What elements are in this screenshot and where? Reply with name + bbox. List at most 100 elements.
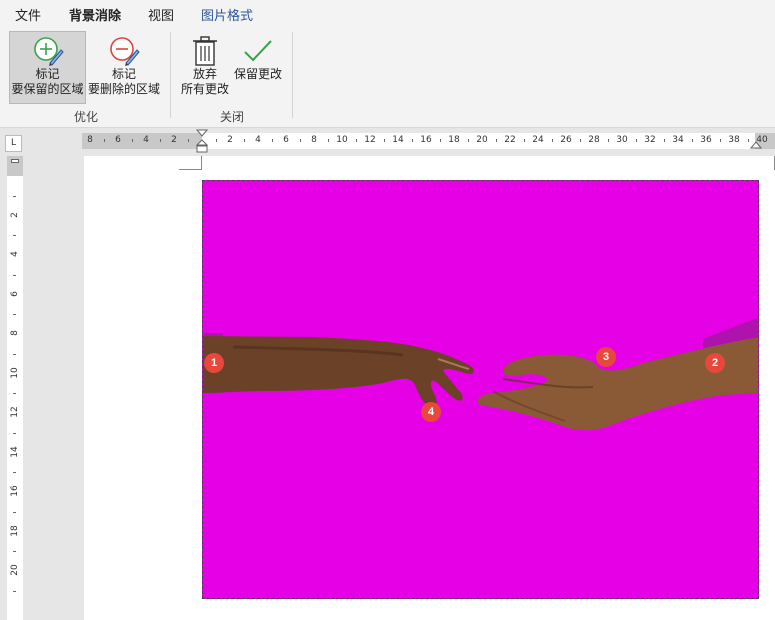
- ruler-tick: [13, 551, 16, 553]
- ruler-tick: [272, 139, 273, 142]
- ruler-tick: [13, 472, 16, 474]
- ruler-tick: [13, 393, 16, 395]
- mark-areas-to-remove-button[interactable]: 标记 要删除的区域: [87, 31, 161, 104]
- tab-file[interactable]: 文件: [15, 5, 41, 24]
- ruler-tick: [13, 274, 16, 276]
- ruler-tick: [496, 139, 497, 142]
- ruler-tick: [692, 139, 693, 142]
- ruler-number: 18: [448, 135, 460, 145]
- group-separator: [170, 32, 171, 118]
- ruler-tick: [468, 139, 469, 142]
- tab-stop-selector[interactable]: L: [5, 135, 22, 152]
- ruler-number: 6: [10, 290, 20, 297]
- top-margin-handle[interactable]: [11, 159, 19, 163]
- ruler-tick: [104, 139, 105, 142]
- marker-3[interactable]: 3: [596, 347, 616, 367]
- group-label-refine: 优化: [74, 110, 99, 124]
- ruler-number: 36: [700, 135, 712, 145]
- ruler-number: 4: [143, 135, 149, 145]
- discard-all-changes-button[interactable]: 放弃 所有更改: [179, 31, 231, 104]
- ruler-number: 22: [504, 135, 516, 145]
- ruler-number: 26: [560, 135, 572, 145]
- marker-4[interactable]: 4: [421, 402, 441, 422]
- ruler-tick: [13, 314, 16, 316]
- ruler-number: 8: [311, 135, 317, 145]
- ruler-number: 24: [532, 135, 544, 145]
- ruler-number: 20: [10, 564, 20, 576]
- horizontal-ruler[interactable]: 8 6 4 2 2 4 6 8 10 12 14 16 18 20 22 24 26 28 30 32 34 36 38 40: [82, 129, 775, 153]
- ruler-number: 12: [364, 135, 376, 145]
- ruler-tick: [132, 139, 133, 142]
- mark-keep-icon: [33, 37, 64, 66]
- mark-keep-label-line1: 标记: [35, 67, 60, 81]
- ruler-number: 2: [227, 135, 233, 145]
- background-removal-image[interactable]: 1 2 3 4: [202, 180, 759, 599]
- ruler-tick: [356, 139, 357, 142]
- ruler-number: 12: [10, 406, 20, 418]
- ruler-tick: [13, 432, 16, 434]
- group-separator: [292, 32, 293, 118]
- ruler-tick: [160, 139, 161, 142]
- ruler-tick: [13, 195, 16, 197]
- marker-1[interactable]: 1: [204, 353, 224, 373]
- ruler-number: 34: [672, 135, 684, 145]
- ruler-number: 30: [616, 135, 628, 145]
- crop-mark-top-left: [179, 156, 202, 170]
- keep-changes-button[interactable]: 保留更改: [232, 31, 284, 104]
- vertical-ruler[interactable]: 2 4 6 8 10 12 14 16 18 20: [7, 156, 23, 620]
- ruler-number: 32: [644, 135, 656, 145]
- trash-icon: [193, 36, 217, 66]
- ruler-number: 14: [10, 445, 20, 458]
- ruler-tick: [524, 139, 525, 142]
- horizontal-ruler-area: L 8 6 4 2 2 4 6 8 10 12 14 16 18 20 22 24 26 28 30 32 34 36 38…: [0, 128, 775, 156]
- mark-remove-label-line2: 要删除的区域: [87, 82, 160, 96]
- ruler-number: 10: [10, 366, 20, 379]
- mark-areas-to-keep-button[interactable]: 标记 要保留的区域: [9, 31, 86, 104]
- group-label-close: 关闭: [220, 110, 245, 124]
- ruler-number: 18: [10, 524, 20, 537]
- ruler-tick: [244, 139, 245, 142]
- ruler-tick: [13, 235, 16, 237]
- ruler-tick: [188, 139, 189, 142]
- discard-label-line1: 放弃: [192, 67, 217, 81]
- ruler-tick: [328, 139, 329, 142]
- ruler-tick: [384, 139, 385, 142]
- ruler-tick: [13, 353, 16, 355]
- ruler-number: 6: [283, 135, 289, 145]
- ruler-number: 2: [10, 211, 20, 218]
- ruler-number: 6: [115, 135, 121, 145]
- ruler-tick: [636, 139, 637, 142]
- ruler-number: 16: [420, 135, 432, 145]
- ruler-tick: [608, 139, 609, 142]
- ribbon-tab-bar: 文件 背景消除 视图 图片格式: [0, 0, 775, 29]
- ruler-number: 16: [10, 485, 20, 497]
- mark-remove-icon: [110, 37, 140, 66]
- discard-label-line2: 所有更改: [180, 82, 229, 96]
- tab-background-removal[interactable]: 背景消除: [69, 5, 122, 29]
- keep-changes-label: 保留更改: [233, 67, 282, 81]
- ribbon: 标记 要保留的区域 标记 要删除的区域 优化 放弃 所有更改 保留更改 关闭: [0, 26, 775, 128]
- mark-keep-label-line2: 要保留的区域: [11, 82, 84, 96]
- ruler-tick: [216, 139, 217, 142]
- indent-markers[interactable]: [196, 129, 208, 155]
- ruler-number: 4: [10, 251, 20, 257]
- hands-photo: [203, 317, 758, 431]
- ruler-number: 40: [756, 135, 768, 145]
- ruler-number: 10: [336, 135, 348, 145]
- tab-view[interactable]: 视图: [148, 5, 174, 24]
- ruler-number: 20: [476, 135, 488, 145]
- ruler-number: 2: [171, 135, 177, 145]
- ruler-tick: [720, 139, 721, 142]
- ruler-number: 8: [87, 135, 93, 145]
- ruler-number: 28: [588, 135, 600, 145]
- ruler-tick: [440, 139, 441, 142]
- marker-2[interactable]: 2: [705, 353, 725, 373]
- ruler-tick: [13, 590, 16, 592]
- checkmark-icon: [244, 40, 272, 62]
- tab-picture-format[interactable]: 图片格式: [201, 5, 253, 24]
- ruler-number: 14: [392, 135, 404, 145]
- ruler-number: 4: [255, 135, 261, 145]
- ruler-tick: [748, 139, 749, 142]
- ruler-tick: [664, 139, 665, 142]
- ruler-tick: [412, 139, 413, 142]
